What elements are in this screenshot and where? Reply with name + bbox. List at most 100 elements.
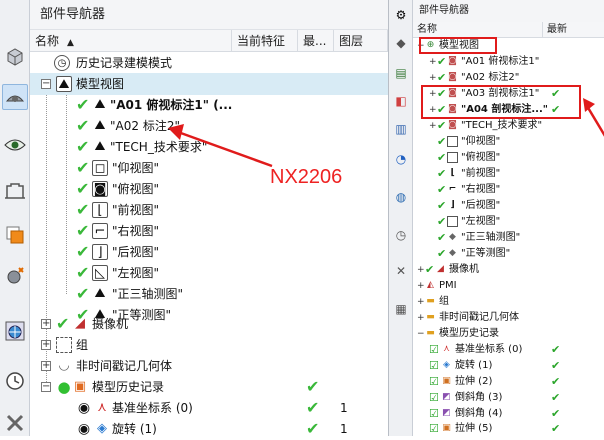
- expand-icon[interactable]: +: [41, 361, 51, 371]
- tree-row-model-views[interactable]: − ⛰ 模型视图: [30, 73, 388, 95]
- tree-row-a02[interactable]: + ✔ ◙ "A02 标注2": [413, 70, 604, 86]
- tree-row-a01[interactable]: ✔ ⛰ "A01 俯视标注1" (...: [30, 94, 388, 116]
- tree-row-revolve[interactable]: ☑ ◈ 旋转 (1) ✔: [413, 358, 604, 374]
- tools-icon[interactable]: [2, 410, 28, 436]
- expand-icon[interactable]: +: [417, 314, 425, 323]
- constraint-icon[interactable]: ◧: [392, 92, 410, 110]
- tree-row-bottom-view[interactable]: ✔ "仰视图": [413, 134, 604, 150]
- checkbox-icon[interactable]: ☑: [429, 422, 439, 436]
- tree-row-chamfer-3[interactable]: ☑ ◩ 倒斜角 (3) ✔: [413, 390, 604, 406]
- tree-row-left-view[interactable]: ✔ ◺ "左视图": [30, 262, 388, 284]
- check-icon[interactable]: ✔: [437, 167, 446, 181]
- tree-row-right-view[interactable]: ✔ ⌐ "右视图": [30, 220, 388, 242]
- eye-visibility-icon[interactable]: ◉: [76, 400, 92, 416]
- tree-row-trimetric[interactable]: ✔ ◆ "正三轴测图": [413, 230, 604, 246]
- check-icon[interactable]: ✔: [76, 264, 89, 282]
- expand-icon[interactable]: +: [429, 74, 437, 83]
- check-icon[interactable]: ✔: [76, 201, 89, 219]
- tree-row-a01[interactable]: + ✔ ◙ "A01 俯视标注1": [413, 54, 604, 70]
- tree-row-right-view[interactable]: ✔ ⌐ "右视图": [413, 182, 604, 198]
- tree-row-isometric[interactable]: ✔ ◆ "正等测图": [413, 246, 604, 262]
- tree-row-model-history[interactable]: − ● ▣ 模型历史记录 ✔: [30, 376, 388, 398]
- column-latest[interactable]: 最新: [543, 22, 604, 38]
- column-current-feature[interactable]: 当前特征: [232, 30, 298, 52]
- tree-row-extrude-2[interactable]: ☑ ▣ 拉伸 (2) ✔: [413, 374, 604, 390]
- expand-icon[interactable]: +: [417, 266, 425, 275]
- tree-row-cameras[interactable]: + ✔ ◢ 摄像机: [413, 262, 604, 278]
- history-clock-icon[interactable]: [2, 368, 28, 394]
- checkbox-icon[interactable]: ☑: [429, 359, 439, 373]
- tree-row-back-view[interactable]: ✔ ⌋ "后视图": [413, 198, 604, 214]
- column-latest[interactable]: 最...: [298, 30, 334, 52]
- visibility-eye-icon[interactable]: [2, 132, 28, 158]
- tree-row-revolve[interactable]: ◉ ◈ 旋转 (1) ✔ 1: [30, 418, 388, 440]
- tree-row-unused-geometry[interactable]: + ◡ 非时间戳记几何体: [30, 355, 388, 377]
- check-icon[interactable]: ✔: [437, 135, 446, 149]
- tree-row-top-view[interactable]: ✔ "俯视图": [413, 150, 604, 166]
- check-icon[interactable]: ✔: [437, 119, 446, 133]
- tree-row-chamfer-4[interactable]: ☑ ◩ 倒斜角 (4) ✔: [413, 406, 604, 422]
- eye-visibility-icon[interactable]: ◉: [76, 421, 92, 437]
- tree-row-cameras[interactable]: + ✔ ◢ 摄像机: [30, 313, 388, 335]
- check-icon[interactable]: ✔: [76, 222, 89, 240]
- check-icon[interactable]: ✔: [437, 55, 446, 69]
- check-icon[interactable]: ✔: [56, 315, 69, 333]
- expand-icon[interactable]: +: [417, 282, 425, 291]
- check-icon[interactable]: ✔: [76, 96, 89, 114]
- check-icon[interactable]: ✔: [76, 180, 89, 198]
- check-icon[interactable]: ✔: [76, 243, 89, 261]
- tree-row-groups[interactable]: + ▬ 组: [413, 294, 604, 310]
- tree-row-front-view[interactable]: ✔ ⌊ "前视图": [413, 166, 604, 182]
- check-icon[interactable]: ✔: [437, 183, 446, 197]
- check-icon[interactable]: ✔: [437, 215, 446, 229]
- tree-row-front-view[interactable]: ✔ ⌊ "前视图": [30, 199, 388, 221]
- column-name[interactable]: 名称 ▲: [30, 30, 232, 52]
- tree-row-pmi[interactable]: + ◭ PMI: [413, 278, 604, 294]
- tree-row-extrude-5[interactable]: ☑ ▣ 拉伸 (5) ✔: [413, 421, 604, 437]
- tree-row-groups[interactable]: + 组: [30, 334, 388, 356]
- books-icon[interactable]: ▥: [392, 120, 410, 138]
- check-icon[interactable]: ✔: [76, 159, 89, 177]
- expand-icon[interactable]: +: [41, 319, 51, 329]
- tree-row-unused-geometry[interactable]: + ▬ 非时间戳记几何体: [413, 310, 604, 326]
- collapse-icon[interactable]: −: [417, 330, 425, 339]
- signal-icon[interactable]: ◔: [392, 150, 410, 168]
- settings-icon[interactable]: ⚙: [392, 6, 410, 24]
- tools-icon[interactable]: ✕: [392, 262, 410, 280]
- orange-square-icon[interactable]: [2, 222, 28, 248]
- model-views-tab-icon[interactable]: [2, 84, 28, 110]
- expand-icon[interactable]: +: [41, 340, 51, 350]
- collapse-icon[interactable]: −: [41, 79, 51, 89]
- tree-row-model-history[interactable]: − ▬ 模型历史记录: [413, 326, 604, 342]
- clock-icon[interactable]: ◷: [392, 226, 410, 244]
- check-icon[interactable]: ✔: [76, 117, 89, 135]
- checkbox-icon[interactable]: ☑: [429, 391, 439, 405]
- tree-row-datum-csys[interactable]: ☑ ⋏ 基准坐标系 (0) ✔: [413, 342, 604, 358]
- tree-row-datum-csys[interactable]: ◉ ⋏ 基准坐标系 (0) ✔ 1: [30, 397, 388, 419]
- check-icon[interactable]: ✔: [437, 151, 446, 165]
- check-icon[interactable]: ✔: [437, 231, 446, 245]
- expand-icon[interactable]: +: [429, 58, 437, 67]
- tree-row-back-view[interactable]: ✔ ⌋ "后视图": [30, 241, 388, 263]
- checkbox-icon[interactable]: ☑: [429, 375, 439, 389]
- assembly-icon[interactable]: ▤: [392, 64, 410, 82]
- part-navigator-tab-icon[interactable]: [2, 44, 28, 70]
- tree-row-tech[interactable]: + ✔ ◙ "TECH_技术要求": [413, 118, 604, 134]
- reuse-library-icon[interactable]: [2, 262, 28, 288]
- check-icon[interactable]: ✔: [425, 263, 434, 277]
- check-icon[interactable]: ✔: [76, 285, 89, 303]
- column-name[interactable]: 名称: [413, 22, 543, 38]
- column-layer[interactable]: 图层: [334, 30, 388, 52]
- roles-icon[interactable]: ▦: [392, 300, 410, 318]
- globe-icon[interactable]: ◍: [392, 188, 410, 206]
- check-icon[interactable]: ✔: [437, 199, 446, 213]
- web-browser-icon[interactable]: [2, 318, 28, 344]
- checkbox-icon[interactable]: ☑: [429, 343, 439, 357]
- collapse-icon[interactable]: −: [41, 382, 51, 392]
- tree-row-trimetric[interactable]: ✔ ⛰ "正三轴测图": [30, 283, 388, 305]
- checkbox-icon[interactable]: ☑: [429, 407, 439, 421]
- check-icon[interactable]: ✔: [437, 247, 446, 261]
- expand-icon[interactable]: +: [417, 298, 425, 307]
- check-icon[interactable]: ✔: [437, 71, 446, 85]
- tree-row-left-view[interactable]: ✔ "左视图": [413, 214, 604, 230]
